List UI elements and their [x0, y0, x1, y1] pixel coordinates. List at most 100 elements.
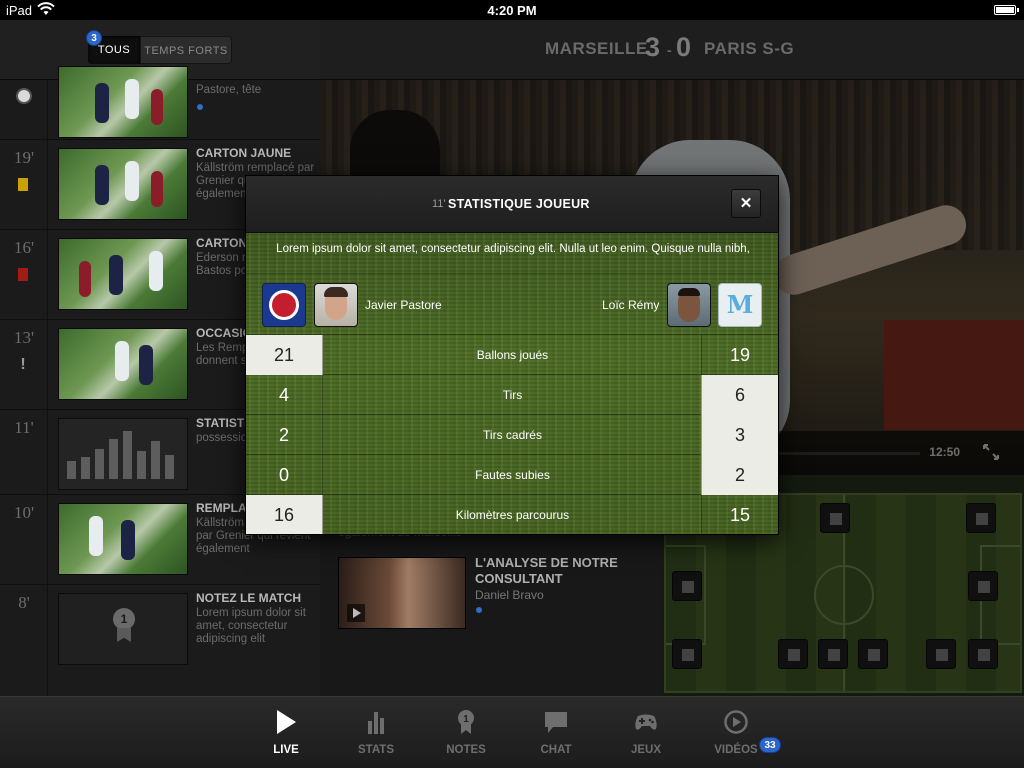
event-title: CARTON JAUNE: [196, 146, 292, 160]
clock: 4:20 PM: [487, 3, 537, 18]
timeline-minute-column: 13' !: [0, 320, 48, 409]
tab-chat[interactable]: CHAT: [511, 697, 601, 768]
event-thumbnail[interactable]: [58, 328, 188, 400]
away-stat-value: 3: [701, 415, 778, 455]
app-root: iPad 4:20 PM TOUS TEMPS FORTS 3 Pastore,…: [0, 0, 1024, 768]
filter-highlights-button[interactable]: TEMPS FORTS: [140, 36, 232, 64]
tab-videos[interactable]: VIDÉOS 33: [691, 697, 781, 768]
bottom-tab-bar: LIVE STATS 1 NOTES CHAT JEUX VIDÉOS 33: [0, 696, 1024, 768]
tab-stats[interactable]: STATS: [331, 697, 421, 768]
modal-body: Lorem ipsum dolor sit amet, consectetur …: [246, 233, 778, 534]
event-description: Pastore, tête: [196, 84, 262, 96]
away-team-name: PARIS S-G: [704, 39, 795, 58]
home-score: 3: [645, 32, 661, 62]
timeline-minute-column: 19': [0, 140, 48, 229]
stat-label: Tirs: [502, 388, 523, 402]
event-thumbnail[interactable]: [58, 503, 188, 575]
away-stat-value: 19: [701, 335, 778, 375]
modal-title: STATISTIQUE JOUEUR: [448, 197, 590, 211]
ribbon-icon: [117, 628, 131, 642]
home-team-name: MARSEILLE: [545, 39, 648, 58]
stat-row: 0 Fautes subies 2: [246, 455, 778, 495]
event-thumbnail[interactable]: [58, 238, 188, 310]
yellow-card-icon: [18, 178, 28, 191]
tab-label: CHAT: [540, 744, 572, 756]
stat-row: 21 Ballons joués 19: [246, 335, 778, 375]
videos-count-badge: 33: [759, 737, 781, 753]
om-crest-letter: M: [726, 290, 754, 319]
unread-dot: [476, 607, 482, 613]
timeline-item-goal[interactable]: Pastore, tête: [0, 66, 320, 140]
home-stat-value: 16: [246, 495, 323, 534]
tab-label: LIVE: [273, 744, 299, 756]
analysis-title[interactable]: L'ANALYSE DE NOTRE CONSULTANT: [475, 555, 655, 587]
tab-live[interactable]: LIVE: [241, 697, 331, 768]
home-player-avatar: [314, 283, 358, 327]
svg-text:1: 1: [463, 714, 469, 725]
event-minute: 10': [13, 503, 35, 522]
event-minute: 19': [13, 148, 35, 167]
players-row: Javier Pastore Loïc Rémy M: [246, 273, 778, 335]
event-minute: 8': [18, 593, 30, 612]
analysis-author: Daniel Bravo: [475, 588, 544, 602]
play-icon[interactable]: [347, 604, 365, 622]
stat-row: 4 Tirs 6: [246, 375, 778, 415]
away-player-name: Loïc Rémy: [602, 298, 660, 312]
medal-icon: 1: [113, 608, 135, 630]
battery-icon: [994, 5, 1019, 15]
video-play-icon: [724, 710, 748, 734]
filter-count-badge: 3: [86, 30, 102, 46]
timeline-item-rating[interactable]: 8' 1 NOTEZ LE MATCH Lorem ipsum dolor si…: [0, 585, 320, 696]
tab-games[interactable]: JEUX: [601, 697, 691, 768]
event-thumbnail[interactable]: [58, 66, 188, 138]
tab-notes[interactable]: 1 NOTES: [421, 697, 511, 768]
timeline-minute-column: 16': [0, 230, 48, 319]
gamepad-icon: [635, 714, 657, 730]
play-icon: [277, 710, 296, 734]
event-thumbnail[interactable]: [58, 148, 188, 220]
player-stats-modal: 11' STATISTIQUE JOUEUR ✕ Lorem ipsum dol…: [245, 175, 779, 535]
score-separator: -: [667, 42, 672, 58]
stat-row: 2 Tirs cadrés 3: [246, 415, 778, 455]
away-player-avatar: [667, 283, 711, 327]
om-crest-icon: M: [718, 283, 762, 327]
home-stat-value: 2: [246, 415, 323, 455]
event-minute: 16': [13, 238, 35, 257]
close-button[interactable]: ✕: [731, 189, 761, 218]
timeline-minute-column: [0, 80, 48, 139]
away-stat-value: 6: [701, 375, 778, 415]
home-stat-value: 21: [246, 335, 323, 375]
scoreboard: MARSEILLE 3 - 0 PARIS S-G: [320, 20, 1024, 80]
tab-label: JEUX: [630, 744, 662, 756]
stat-label: Fautes subies: [475, 468, 550, 482]
event-description: Lorem ipsum dolor sit amet, consectetur …: [196, 607, 306, 645]
stat-label: Tirs cadrés: [483, 428, 542, 442]
rating-thumbnail[interactable]: 1: [58, 593, 188, 665]
stat-label: Kilomètres parcourus: [455, 508, 570, 522]
away-stat-value: 2: [701, 455, 778, 495]
medal-icon: 1: [458, 710, 474, 734]
stat-label: Ballons joués: [476, 348, 549, 362]
status-bar: iPad 4:20 PM: [0, 0, 1024, 20]
home-stat-value: 4: [246, 375, 323, 415]
timeline-minute-column: 11': [0, 410, 48, 494]
unread-dot: [197, 104, 203, 110]
exclamation-icon: !: [20, 356, 26, 373]
event-minute: 11': [14, 418, 34, 437]
stat-row: 16 Kilomètres parcourus 15: [246, 495, 778, 534]
timeline-minute-column: 8': [0, 585, 48, 696]
analysis-video-thumbnail[interactable]: [338, 557, 466, 629]
tab-label: STATS: [358, 744, 394, 756]
away-score: 0: [676, 32, 692, 62]
modal-header: 11' STATISTIQUE JOUEUR ✕: [246, 176, 778, 233]
stats-bar-chart-icon[interactable]: [58, 418, 188, 490]
home-stat-value: 0: [246, 455, 323, 495]
modal-intro-text: Lorem ipsum dolor sit amet, consectetur …: [276, 243, 750, 255]
event-title: NOTEZ LE MATCH: [196, 591, 302, 605]
modal-minute: 11': [432, 198, 446, 210]
chat-icon: [545, 712, 567, 733]
timeline-minute-column: 10': [0, 495, 48, 584]
psg-crest-icon: [262, 283, 306, 327]
tab-label: NOTES: [446, 744, 486, 756]
red-card-icon: [18, 268, 28, 281]
